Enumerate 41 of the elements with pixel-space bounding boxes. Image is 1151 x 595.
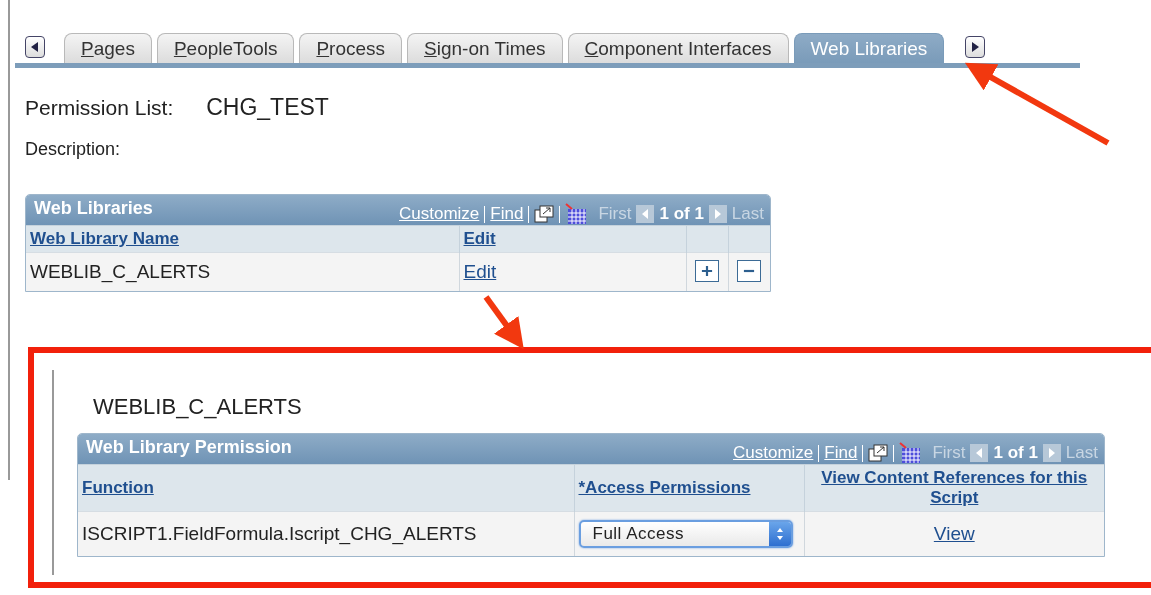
tab[interactable]: Component Interfaces — [567, 33, 789, 63]
scroll-right-button[interactable] — [965, 36, 986, 58]
tab[interactable]: Process — [299, 33, 403, 63]
add-row-button[interactable] — [695, 260, 719, 282]
previous-icon — [636, 205, 655, 223]
tab[interactable]: PeopleTools — [156, 33, 295, 63]
row-count: 1 of 1 — [993, 443, 1038, 463]
tab[interactable]: Sign-on Times — [407, 33, 563, 63]
last-label: Last — [1065, 443, 1098, 463]
spinner-arrows-icon — [775, 527, 784, 541]
grid-title: Web Library Permission — [86, 436, 293, 458]
view-link[interactable]: View — [933, 523, 975, 544]
access-select[interactable]: Full Access — [578, 520, 793, 548]
field-label: Description: — [25, 139, 122, 160]
annotation-arrow — [483, 295, 524, 350]
table-cell: WEBLIB_C_ALERTS — [30, 261, 211, 282]
next-icon — [708, 205, 727, 223]
table-cell: ISCRIPT1.FieldFormula.Iscript_CHG_ALERTS — [82, 523, 477, 544]
plus-icon — [699, 263, 715, 279]
grid-title: Web Libraries — [34, 197, 154, 219]
tab[interactable]: Pages — [64, 33, 152, 63]
delete-row-button[interactable] — [737, 260, 762, 282]
download-grid-icon[interactable] — [899, 442, 922, 464]
previous-icon — [970, 444, 989, 462]
column-header-link[interactable]: Function — [82, 478, 154, 498]
row-count: 1 of 1 — [659, 204, 704, 224]
new-window-icon[interactable] — [534, 205, 555, 223]
first-label: First — [598, 204, 632, 224]
column-header-link[interactable]: Edit — [463, 229, 496, 249]
scroll-left-button[interactable] — [25, 36, 45, 58]
new-window-icon[interactable] — [868, 444, 889, 462]
right-triangle-icon — [971, 42, 980, 52]
download-grid-icon[interactable] — [565, 203, 588, 225]
left-triangle-icon — [31, 42, 39, 52]
edit-link[interactable]: Edit — [463, 261, 497, 282]
next-icon — [1042, 444, 1061, 462]
last-label: Last — [731, 204, 764, 224]
section-title: WEBLIB_C_ALERTS — [93, 394, 303, 420]
field-value: CHG_TEST — [206, 94, 329, 121]
first-label: First — [932, 443, 966, 463]
field-label: Permission List: — [25, 96, 174, 120]
